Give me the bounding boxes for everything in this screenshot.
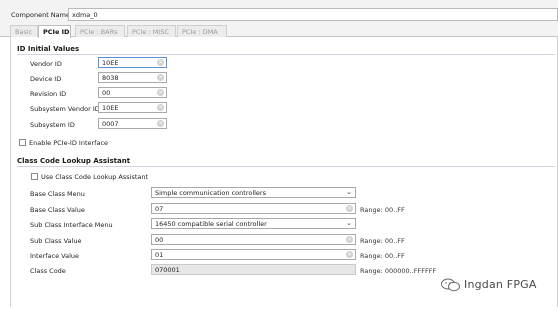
sub-class-interface-menu-value: 16450 compatible serial controller [155,220,267,228]
clear-icon[interactable]: × [157,89,164,96]
clear-icon[interactable]: × [157,74,164,81]
sub-class-value: 00 [155,236,164,244]
interface-value-label: Interface Value [30,252,80,260]
base-class-menu-value: Simple communication controllers [155,189,266,197]
base-class-menu-dropdown[interactable]: Simple communication controllers ⌄ [151,187,356,198]
clear-icon[interactable]: × [157,120,164,127]
id-section-title: ID Initial Values [17,45,80,53]
subsystem-vendor-id-field[interactable]: 10EE × [98,102,167,113]
class-code-field: 070001 [151,264,356,275]
base-class-value-range: Range: 00..FF [360,206,405,214]
class-code-value: 070001 [155,266,180,274]
enable-pcie-id-checkbox[interactable] [19,139,26,146]
subsystem-vendor-id-value: 10EE [102,104,119,112]
wechat-icon [441,278,461,292]
id-section-divider [17,54,555,55]
class-code-label: Class Code [30,267,66,275]
class-section-title: Class Code Lookup Assistant [17,157,131,165]
tab-pcie-misc[interactable]: PCIe : MISC [127,25,176,37]
interface-value-field[interactable]: 01 × [151,249,356,260]
clear-icon[interactable]: × [346,251,353,258]
use-class-code-label: Use Class Code Lookup Assistant [41,173,149,181]
sub-class-value-field[interactable]: 00 × [151,234,356,245]
subsystem-id-value: 0007 [102,120,119,128]
revision-id-value: 00 [102,89,111,97]
watermark-text: Ingdan FPGA [464,278,537,291]
base-class-value-label: Base Class Value [30,206,85,214]
vendor-id-value: 10EE [102,59,119,67]
vendor-id-label: Vendor ID [30,60,62,68]
base-class-value-field[interactable]: 07 × [151,203,356,214]
class-code-range: Range: 000000..FFFFFF [360,267,437,275]
component-name-label: Component Name [11,11,70,19]
sub-class-value-range: Range: 00..FF [360,237,405,245]
vendor-id-field[interactable]: 10EE × [98,57,167,68]
revision-id-field[interactable]: 00 × [98,87,167,98]
enable-pcie-id-label: Enable PCIe-ID Interface [29,139,109,147]
clear-icon[interactable]: × [346,236,353,243]
clear-icon[interactable]: × [157,59,164,66]
base-class-value: 07 [155,205,164,213]
class-section-divider [17,166,555,167]
subsystem-vendor-id-label: Subsystem Vendor ID [30,105,100,113]
tab-pcie-bars[interactable]: PCIe : BARs [75,25,125,37]
base-class-menu-label: Base Class Menu [30,190,85,198]
use-class-code-checkbox[interactable] [31,173,38,180]
revision-id-label: Revision ID [30,90,67,98]
component-name-input[interactable]: xdma_0 [68,8,558,21]
sub-class-value-label: Sub Class Value [30,237,82,245]
device-id-value: 8038 [102,74,119,82]
interface-value-range: Range: 00..FF [360,252,405,260]
chevron-down-icon: ⌄ [346,188,352,196]
interface-value: 01 [155,251,164,259]
subsystem-id-label: Subsystem ID [30,121,75,129]
chevron-down-icon: ⌄ [346,219,352,227]
tab-basic[interactable]: Basic [10,25,38,37]
device-id-field[interactable]: 8038 × [98,72,167,83]
clear-icon[interactable]: × [157,104,164,111]
clear-icon[interactable]: × [346,205,353,212]
tab-pcie-dma[interactable]: PCIe : DMA [177,25,227,37]
device-id-label: Device ID [30,75,62,83]
sub-class-interface-menu-label: Sub Class Interface Menu [30,221,113,229]
sub-class-interface-menu-dropdown[interactable]: 16450 compatible serial controller ⌄ [151,218,356,229]
subsystem-id-field[interactable]: 0007 × [98,118,167,129]
